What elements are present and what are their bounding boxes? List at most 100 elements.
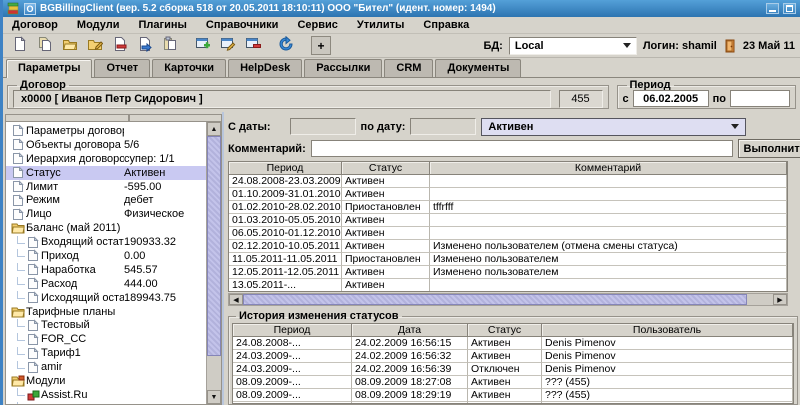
column-header[interactable]: Дата <box>352 324 468 337</box>
tab-helpdesk[interactable]: HelpDesk <box>228 59 302 77</box>
table-row[interactable]: 12.05.2011-12.05.2011АктивенИзменено пол… <box>229 266 787 279</box>
table-row[interactable]: 01.10.2009-31.01.2010Активен <box>229 188 787 201</box>
table-row[interactable]: 24.08.2008-23.03.2009Активен <box>229 175 787 188</box>
scroll-left-button[interactable]: ◀ <box>229 294 243 305</box>
to-date-field[interactable] <box>410 118 476 135</box>
contract-select[interactable]: x0000 [ Иванов Петр Сидорович ] <box>13 90 551 108</box>
table-row[interactable]: 01.02.2010-28.02.2010Приостановленtffrff… <box>229 201 787 214</box>
tree-item[interactable]: Buy e-Money <box>6 402 206 404</box>
table-row[interactable]: 01.03.2010-05.05.2010Активен <box>229 214 787 227</box>
menu-2[interactable]: Модули <box>77 19 120 31</box>
tree-item[interactable]: Иерархия договоровсупер: 1/1 <box>6 152 206 166</box>
tree-item[interactable]: Лимит-595.00 <box>6 180 206 194</box>
database-select[interactable]: Local <box>509 37 637 55</box>
tab-crm[interactable]: CRM <box>384 59 433 77</box>
menu-7[interactable]: Справка <box>423 19 469 31</box>
remove-window-button[interactable] <box>241 35 264 56</box>
status-table: ПериодСтатусКомментарий24.08.2008-23.03.… <box>228 161 788 292</box>
menu-1[interactable]: Договор <box>12 19 58 31</box>
period-from-field[interactable]: 06.02.2005 <box>633 90 709 107</box>
tree-item-label: Лицо <box>26 208 52 220</box>
tree-item[interactable]: amir <box>6 360 206 374</box>
tree-item[interactable]: Assist.Ru <box>6 388 206 402</box>
tree-item[interactable]: Тарифные планы <box>6 305 206 319</box>
table-cell: 13.05.2011-... <box>229 279 342 292</box>
table-row[interactable]: 24.03.2009-...24.02.2009 16:56:32Активен… <box>233 350 793 363</box>
maximize-button[interactable] <box>783 3 796 14</box>
refresh-button[interactable] <box>274 35 297 56</box>
tab-рассылки[interactable]: Рассылки <box>304 59 382 77</box>
tree-item[interactable]: Модули <box>6 374 206 388</box>
scroll-thumb[interactable] <box>207 136 221 356</box>
contract-id-field[interactable]: 455 <box>559 90 603 108</box>
tree-item[interactable]: Наработка545.57 <box>6 263 206 277</box>
logout-door-icon[interactable] <box>723 39 737 53</box>
status-select[interactable]: Активен <box>481 118 746 136</box>
tree-item[interactable]: Режимдебет <box>6 193 206 207</box>
column-header[interactable]: Статус <box>342 162 430 175</box>
tree-item[interactable]: ЛицоФизическое <box>6 207 206 221</box>
add-tab-button[interactable]: + <box>311 36 331 55</box>
tab-карточки[interactable]: Карточки <box>152 59 226 77</box>
tree-header-value-col[interactable] <box>129 114 222 122</box>
table-row[interactable]: 13.05.2011-...Активен <box>229 279 787 292</box>
tree-item[interactable]: Расход444.00 <box>6 277 206 291</box>
add-window-button[interactable] <box>191 35 214 56</box>
remove-document-button[interactable] <box>108 35 131 56</box>
tree-header-name-col[interactable] <box>5 114 129 122</box>
scroll-up-button[interactable]: ▲ <box>207 122 221 136</box>
tree-item[interactable]: Тариф1 <box>6 346 206 360</box>
scroll-right-button[interactable]: ▶ <box>773 294 787 305</box>
column-header[interactable]: Период <box>229 162 342 175</box>
export-document-button[interactable] <box>133 35 156 56</box>
tree-item[interactable]: Исходящий остаток189943.75 <box>6 291 206 305</box>
paste-button[interactable] <box>158 35 181 56</box>
tab-параметры[interactable]: Параметры <box>6 59 92 78</box>
edit-window-button[interactable] <box>216 35 239 56</box>
from-date-field[interactable] <box>290 118 356 135</box>
scroll-thumb[interactable] <box>243 294 747 305</box>
table-cell <box>430 188 787 201</box>
table-row[interactable]: 11.05.2011-11.05.2011ПриостановленИзмене… <box>229 253 787 266</box>
tab-отчет[interactable]: Отчет <box>94 59 150 77</box>
tree-item[interactable]: Входящий остаток190933.32 <box>6 235 206 249</box>
menu-5[interactable]: Сервис <box>297 19 337 31</box>
scroll-down-button[interactable]: ▼ <box>207 390 221 404</box>
tree-item-main: Баланс (май 2011) <box>6 222 124 234</box>
column-header[interactable]: Статус <box>468 324 542 337</box>
new-document-button[interactable] <box>8 35 31 56</box>
tree-item[interactable]: Параметры договора <box>6 124 206 138</box>
period-to-field[interactable] <box>730 90 790 107</box>
tree-item[interactable]: FOR_CC <box>6 332 206 346</box>
tree-item[interactable]: Баланс (май 2011) <box>6 221 206 235</box>
copy-document-button[interactable] <box>33 35 56 56</box>
tree-item[interactable]: Приход0.00 <box>6 249 206 263</box>
column-header[interactable]: Комментарий <box>430 162 787 175</box>
tree-item[interactable]: Объекты договора5/6 <box>6 138 206 152</box>
tree-vertical-scrollbar[interactable]: ▲ ▼ <box>206 122 221 404</box>
tab-документы[interactable]: Документы <box>435 59 521 77</box>
table-row[interactable]: 24.03.2009-...24.02.2009 16:56:39Отключе… <box>233 363 793 376</box>
menu-4[interactable]: Справочники <box>206 19 279 31</box>
table-row[interactable]: 02.12.2010-10.05.2011АктивенИзменено пол… <box>229 240 787 253</box>
table-row[interactable]: 06.05.2010-01.12.2010Активен <box>229 227 787 240</box>
table-row[interactable]: 08.09.2009-...08.09.2009 18:33:28Активен… <box>233 402 793 404</box>
table-row[interactable]: 24.08.2008-...24.02.2009 16:56:15Активен… <box>233 337 793 350</box>
tree-body: Параметры договораОбъекты договора5/6Иер… <box>5 122 222 405</box>
menu-6[interactable]: Утилиты <box>357 19 405 31</box>
table-row[interactable]: 08.09.2009-...08.09.2009 18:27:08Активен… <box>233 376 793 389</box>
table-row[interactable]: 08.09.2009-...08.09.2009 18:29:19Активен… <box>233 389 793 402</box>
comment-input[interactable] <box>311 140 733 157</box>
tree-item[interactable]: СтатусАктивен <box>6 166 206 180</box>
tree-item[interactable]: Тестовый <box>6 318 206 332</box>
leaf-icon <box>25 236 41 249</box>
open-folder-button[interactable] <box>58 35 81 56</box>
minimize-button[interactable] <box>766 3 779 14</box>
execute-button[interactable]: Выполнить <box>738 139 800 158</box>
toolbar-icons <box>8 35 297 56</box>
menu-3[interactable]: Плагины <box>138 19 186 31</box>
status-table-hscrollbar[interactable]: ◀ ▶ <box>228 293 788 306</box>
column-header[interactable]: Период <box>233 324 352 337</box>
column-header[interactable]: Пользователь <box>542 324 793 337</box>
edit-folder-button[interactable] <box>83 35 106 56</box>
